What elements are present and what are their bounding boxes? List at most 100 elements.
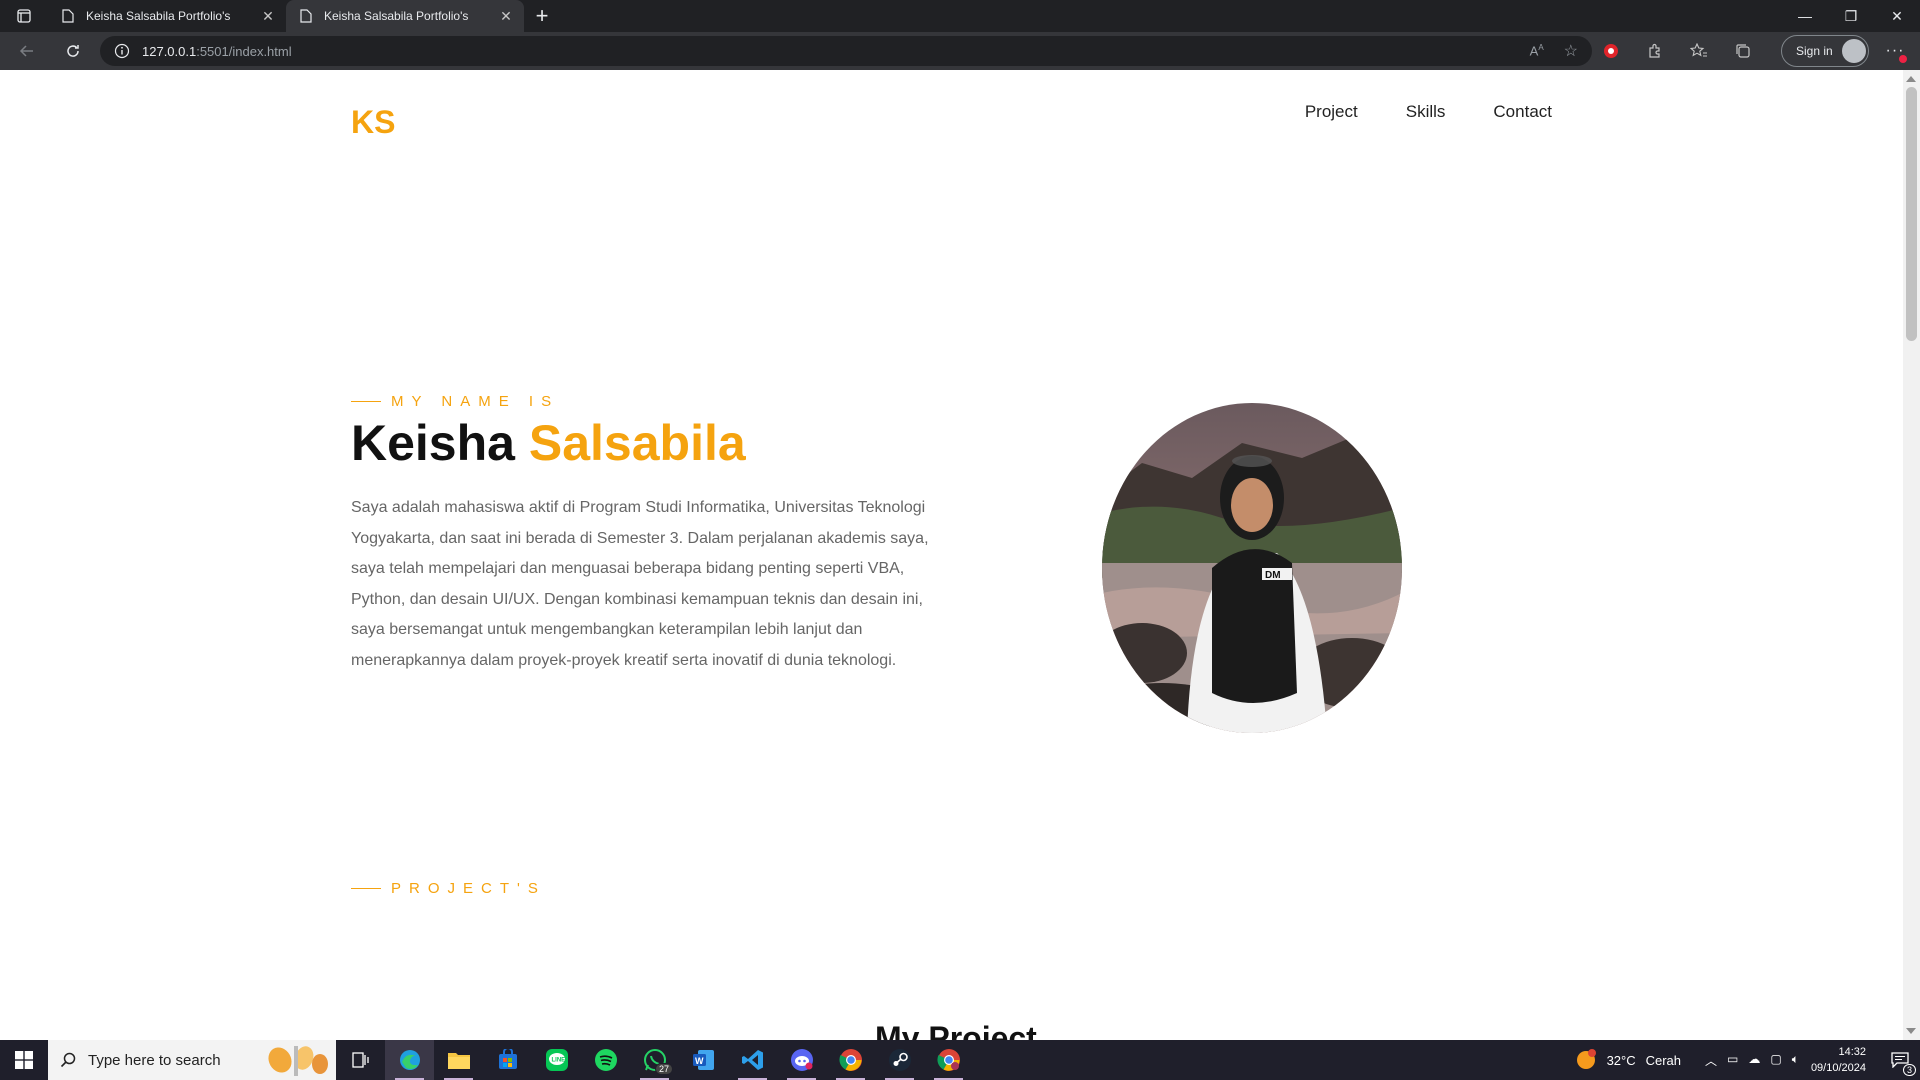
favorites-icon[interactable] — [1688, 40, 1710, 62]
browser-tab-bar: Keisha Salsabila Portfolio's ✕ Keisha Sa… — [0, 0, 1920, 32]
hero-description: Saya adalah mahasiswa aktif di Program S… — [351, 499, 929, 669]
taskbar-file-explorer[interactable] — [434, 1040, 483, 1080]
task-view-button[interactable] — [336, 1040, 385, 1080]
taskbar-edge[interactable] — [385, 1040, 434, 1080]
tab-actions-button[interactable] — [0, 0, 48, 32]
onedrive-cloud-icon[interactable]: ☁ — [1748, 1052, 1760, 1069]
page-icon — [300, 8, 314, 24]
whatsapp-badge: 27 — [654, 1063, 673, 1075]
page-viewport: KS Project Skills Contact MY NAME IS Kei… — [0, 70, 1920, 1040]
taskbar-search-box[interactable]: Type here to search — [48, 1040, 336, 1080]
taskbar-steam[interactable] — [875, 1040, 924, 1080]
address-bar[interactable]: 127.0.0.1:5501/index.html AA ☆ — [100, 36, 1592, 66]
read-aloud-icon[interactable]: AA — [1530, 43, 1544, 58]
svg-text:W: W — [695, 1056, 704, 1066]
svg-text:LINE: LINE — [551, 1058, 565, 1064]
browser-toolbar: 127.0.0.1:5501/index.html AA ☆ Sign in ·… — [0, 32, 1920, 70]
tab-title: Keisha Salsabila Portfolio's — [86, 9, 231, 23]
page-scrollbar[interactable] — [1903, 70, 1920, 1040]
site-info-icon[interactable] — [114, 43, 130, 59]
browser-tab-2[interactable]: Keisha Salsabila Portfolio's ✕ — [286, 0, 524, 32]
hero-first-name: Keisha — [351, 415, 515, 471]
omnibox-actions: AA ☆ — [1530, 36, 1578, 66]
sign-in-button[interactable]: Sign in — [1781, 35, 1869, 67]
sun-weather-icon — [1576, 1049, 1596, 1069]
extension-record-icon[interactable] — [1600, 40, 1622, 62]
weather-widget[interactable]: 32°C Cerah — [1575, 1049, 1681, 1071]
taskbar-clock[interactable]: 14:32 09/10/2024 — [1811, 1044, 1866, 1076]
clock-time: 14:32 — [1838, 1046, 1866, 1058]
reload-button[interactable] — [55, 36, 91, 66]
url-text: 127.0.0.1:5501/index.html — [142, 43, 292, 59]
taskbar-chrome-profile[interactable] — [924, 1040, 973, 1080]
notification-count-badge: 3 — [1902, 1064, 1916, 1076]
sign-in-label: Sign in — [1796, 44, 1833, 58]
windows-taskbar: Type here to search LINE 27 W 32°C Cerah… — [0, 1040, 1920, 1080]
taskbar-ms-store[interactable] — [483, 1040, 532, 1080]
clock-date: 09/10/2024 — [1810, 1062, 1866, 1074]
profile-avatar-icon — [1842, 39, 1866, 63]
spotify-icon — [594, 1049, 617, 1071]
back-arrow-icon — [19, 45, 33, 57]
scrollbar-thumb[interactable] — [1906, 87, 1917, 341]
search-icon — [60, 1052, 76, 1068]
minimize-button[interactable]: — — [1782, 0, 1828, 32]
notification-center-button[interactable]: 3 — [1880, 1040, 1920, 1080]
discord-icon — [790, 1049, 813, 1071]
reload-icon — [67, 45, 79, 57]
show-hidden-icons-chevron-icon[interactable]: ︿ — [1705, 1052, 1717, 1069]
back-button[interactable] — [9, 36, 45, 66]
tab-actions-icon — [17, 9, 31, 23]
nav-link-skills[interactable]: Skills — [1406, 102, 1446, 122]
restore-button[interactable]: ❐ — [1828, 0, 1874, 32]
eyebrow-line — [351, 888, 381, 889]
collections-icon[interactable] — [1732, 40, 1754, 62]
folder-icon — [447, 1053, 470, 1069]
chrome-profile-icon — [936, 1049, 960, 1071]
projects-eyebrow: PROJECT'S — [351, 880, 546, 897]
new-tab-button[interactable]: + — [524, 0, 560, 32]
meet-now-icon[interactable]: ▢ — [1770, 1052, 1781, 1069]
taskbar-whatsapp[interactable]: 27 — [630, 1040, 679, 1080]
eyebrow-line — [351, 401, 381, 402]
svg-text:DM: DM — [1265, 570, 1281, 581]
site-nav: Project Skills Contact — [1305, 102, 1552, 122]
hero-eyebrow-text: MY NAME IS — [391, 393, 560, 410]
toolbar-icons — [1600, 36, 1754, 66]
tab-close-icon[interactable]: ✕ — [260, 8, 276, 24]
task-view-icon — [351, 1052, 369, 1068]
network-icon[interactable]: ▭ — [1727, 1052, 1738, 1069]
extensions-puzzle-icon[interactable] — [1644, 40, 1666, 62]
volume-icon[interactable]: 🔈︎ — [1792, 1052, 1799, 1069]
taskbar-line[interactable]: LINE — [532, 1040, 581, 1080]
store-icon — [498, 1049, 517, 1069]
browser-tab-1[interactable]: Keisha Salsabila Portfolio's ✕ — [48, 0, 286, 32]
projects-title: My Project — [875, 1020, 1037, 1040]
start-button[interactable] — [0, 1040, 48, 1080]
taskbar-vscode[interactable] — [728, 1040, 777, 1080]
system-tray: 32°C Cerah ︿ ▭ ☁ ▢ 🔈︎ 14:32 09/10/2024 3 — [1575, 1040, 1920, 1080]
hero-name: Keisha Salsabila — [351, 414, 746, 472]
tab-close-icon[interactable]: ✕ — [498, 8, 514, 24]
taskbar-discord[interactable] — [777, 1040, 826, 1080]
vscode-icon — [741, 1050, 763, 1070]
nav-link-contact[interactable]: Contact — [1493, 102, 1552, 122]
search-placeholder: Type here to search — [88, 1051, 221, 1069]
hero-eyebrow: MY NAME IS — [351, 393, 559, 410]
notification-dot-icon — [1899, 55, 1907, 63]
profile-photo: DM — [1102, 403, 1402, 733]
nav-link-project[interactable]: Project — [1305, 102, 1358, 122]
close-window-button[interactable]: ✕ — [1874, 0, 1920, 32]
site-logo[interactable]: KS — [351, 104, 395, 141]
scroll-up-arrow-icon[interactable] — [1906, 76, 1916, 82]
tray-icons: ︿ ▭ ☁ ▢ 🔈︎ — [1705, 1052, 1799, 1069]
add-favorite-icon[interactable]: ☆ — [1564, 41, 1578, 61]
taskbar-spotify[interactable] — [581, 1040, 630, 1080]
steam-icon — [888, 1049, 911, 1071]
window-controls: — ❐ ✕ — [1782, 0, 1920, 32]
taskbar-chrome[interactable] — [826, 1040, 875, 1080]
scroll-down-arrow-icon[interactable] — [1906, 1028, 1916, 1034]
settings-menu-button[interactable]: ··· — [1880, 36, 1910, 66]
windows-logo-icon — [15, 1051, 33, 1069]
taskbar-word[interactable]: W — [679, 1040, 728, 1080]
